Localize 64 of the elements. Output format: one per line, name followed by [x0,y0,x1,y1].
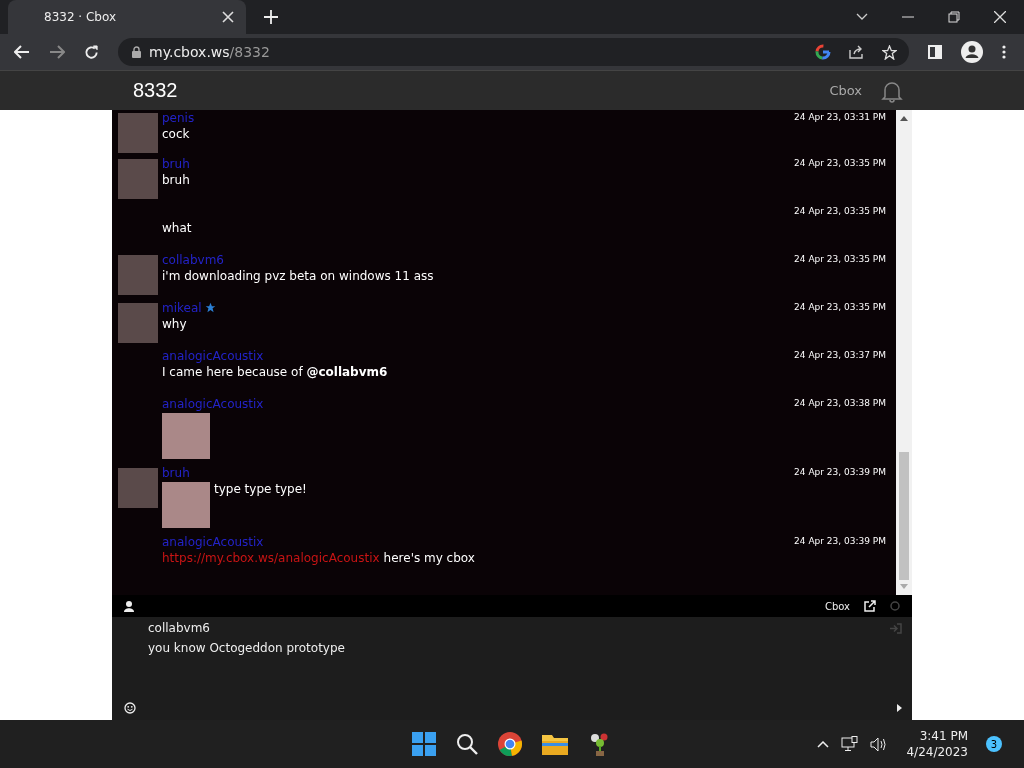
start-icon[interactable] [412,732,436,756]
new-tab-icon[interactable] [264,10,278,24]
message-text: why [162,316,187,333]
message-time: 24 Apr 23, 03:35 PM [794,206,886,218]
share-icon[interactable] [849,45,864,59]
message-time: 24 Apr 23, 03:31 PM [794,112,886,124]
restore-icon[interactable] [948,11,960,23]
message-input[interactable]: you know Octogeddon prototype [124,635,902,655]
message-time: 24 Apr 23, 03:39 PM [794,467,886,479]
username-link[interactable]: penis [162,110,195,125]
browser-tab[interactable]: 8332 · Cbox [8,0,246,34]
message-text: bruh [162,172,190,189]
username-label: collabvm6 [148,621,210,635]
message-text: here's my cbox [383,550,475,567]
brand-link[interactable]: Cbox [829,83,862,98]
network-icon[interactable] [841,736,859,752]
message-text: type type type! [214,481,307,498]
smiley-icon[interactable] [124,702,136,714]
message-text: cock [162,126,190,143]
star-icon[interactable] [882,44,897,60]
username-link[interactable]: mikeal [162,300,202,315]
address-bar[interactable]: my.cbox.ws/8332 [118,38,909,66]
scroll-up-icon[interactable] [900,116,908,121]
user-icon[interactable] [124,600,134,612]
scrollbar-thumb[interactable] [899,452,909,580]
message-time: 24 Apr 23, 03:38 PM [794,398,886,410]
scrollbar[interactable] [896,110,912,595]
side-panel-icon[interactable] [928,45,942,59]
reload-icon[interactable] [84,44,99,60]
forward-icon[interactable] [49,45,65,59]
username-link[interactable]: analogicAcoustix [162,396,264,411]
chevron-down-icon[interactable] [856,13,868,21]
message-time: 24 Apr 23, 03:35 PM [794,302,886,314]
lock-icon [132,46,141,58]
notification-badge[interactable]: 3 [986,736,1002,752]
more-icon[interactable] [1002,45,1006,59]
google-icon[interactable] [815,44,831,60]
back-icon[interactable] [14,45,30,59]
message-time: 24 Apr 23, 03:35 PM [794,158,886,170]
profile-icon[interactable] [961,41,983,63]
message-link[interactable]: https://my.cbox.ws/analogicAcoustix [162,549,380,567]
browser-icon[interactable] [498,732,522,756]
page-title: 8332 [133,79,178,102]
message-time: 24 Apr 23, 03:39 PM [794,536,886,548]
search-icon[interactable] [456,733,478,755]
message-text: what [162,220,192,237]
speaker-icon[interactable] [870,736,889,752]
close-icon[interactable] [222,11,234,23]
message-text: I came here because of @collabvm6 [162,364,388,381]
username-link[interactable]: bruh [162,156,190,171]
close-icon[interactable] [994,11,1006,23]
message-text: i'm downloading pvz beta on windows 11 ass [162,268,434,285]
username-link[interactable]: analogicAcoustix [162,534,264,549]
message-time: 24 Apr 23, 03:35 PM [794,254,886,266]
send-icon[interactable] [897,704,902,712]
username-link[interactable]: analogicAcoustix [162,348,264,363]
chevron-up-icon[interactable] [817,740,830,748]
clock[interactable]: 3:41 PM 4/24/2023 [906,728,968,760]
folder-icon[interactable] [542,733,568,755]
external-link-icon[interactable] [864,600,876,612]
username-link[interactable]: bruh [162,465,190,480]
message-time: 24 Apr 23, 03:37 PM [794,350,886,362]
username-link[interactable]: collabvm6 [162,252,224,267]
brand-link[interactable]: Cbox [824,600,850,612]
